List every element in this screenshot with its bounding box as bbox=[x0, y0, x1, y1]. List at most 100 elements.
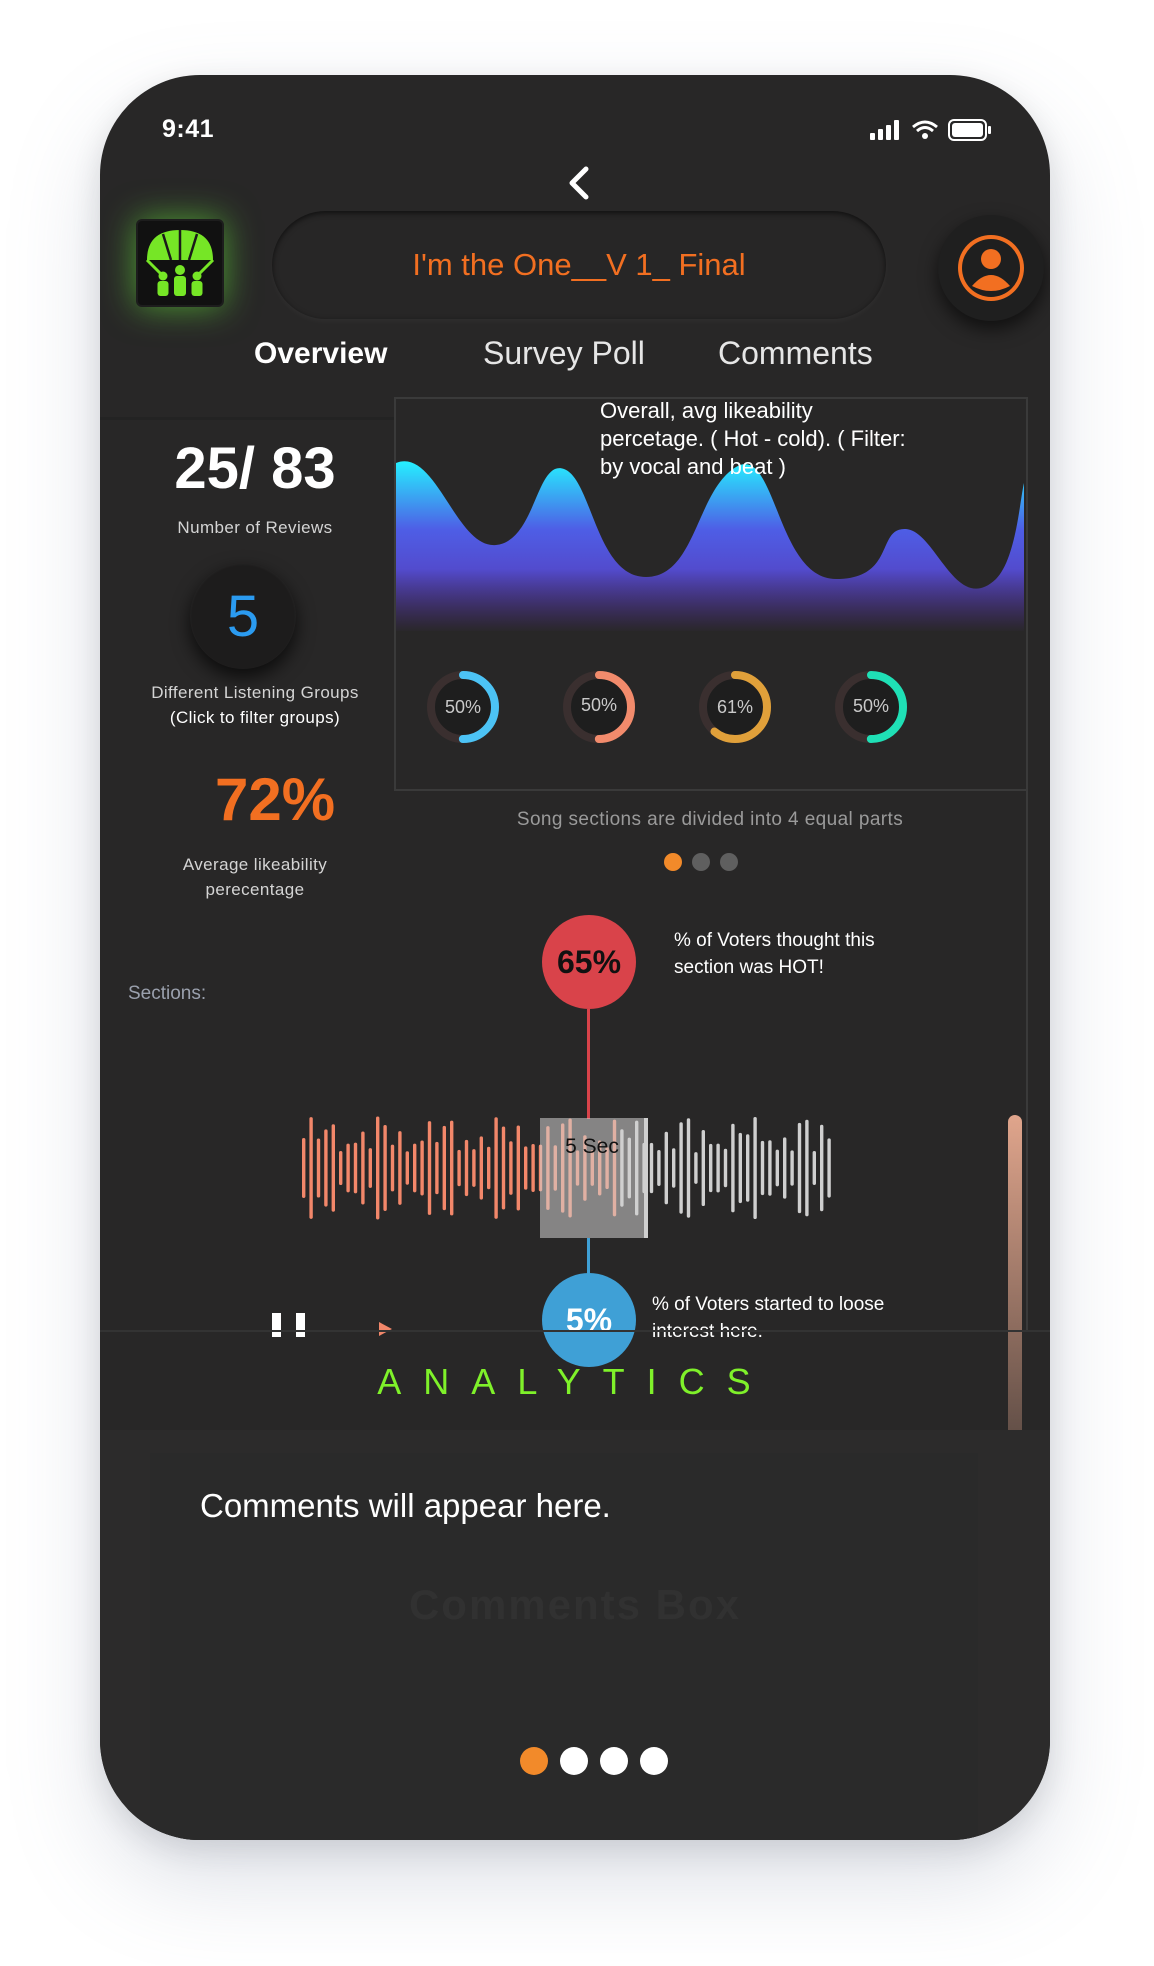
song-title: I'm the One__V 1_ Final bbox=[272, 211, 886, 319]
waveform-bar bbox=[753, 1116, 757, 1220]
waveform-bar bbox=[450, 1120, 454, 1216]
parachute-group-icon bbox=[145, 230, 215, 296]
waveform-bar bbox=[664, 1131, 668, 1205]
tab-overview[interactable]: Overview bbox=[254, 337, 387, 371]
waveform-bar bbox=[657, 1150, 661, 1186]
profile-button[interactable] bbox=[938, 215, 1044, 321]
chart-pager-dot-2[interactable] bbox=[692, 853, 710, 871]
waveform-bar bbox=[760, 1140, 765, 1196]
waveform-bar bbox=[457, 1149, 461, 1187]
phone-screen: 9:41 I'm the One__V 1_ Final Overview Su… bbox=[100, 75, 1050, 1840]
waveform-bar bbox=[672, 1148, 676, 1188]
likeability-label-2: perecentage bbox=[205, 880, 305, 899]
waveform-bar bbox=[302, 1138, 306, 1198]
section-duration: 5 Sec bbox=[565, 1135, 619, 1158]
waveform-bar bbox=[716, 1143, 720, 1193]
donut-label-2: 50% bbox=[580, 695, 618, 715]
waveform-bar bbox=[398, 1131, 402, 1205]
waveform-bar bbox=[738, 1132, 742, 1204]
tab-survey-poll[interactable]: Survey Poll bbox=[483, 335, 645, 372]
chart-pager-dot-1[interactable] bbox=[664, 853, 682, 871]
waveform-bar bbox=[516, 1125, 520, 1211]
waveform-bar bbox=[324, 1129, 328, 1207]
waveform-bar bbox=[472, 1149, 476, 1187]
analytics-heading: ANALYTICS bbox=[100, 1330, 1050, 1432]
waveform-bar bbox=[316, 1138, 321, 1198]
hot-caption: % of Voters thought this section was HOT… bbox=[674, 927, 875, 981]
group-logo-button[interactable] bbox=[136, 219, 224, 307]
waveform-bar bbox=[309, 1117, 313, 1219]
hot-percentage-marker[interactable]: 65% bbox=[542, 915, 636, 1009]
panel-right-border bbox=[1026, 427, 1028, 1332]
waveform-bar bbox=[524, 1146, 528, 1190]
waveform-bar bbox=[531, 1144, 535, 1192]
chart-pager[interactable] bbox=[660, 850, 760, 874]
waveform-bar bbox=[701, 1129, 705, 1207]
waveform-bar bbox=[694, 1152, 698, 1184]
waveform-bar bbox=[827, 1138, 831, 1198]
status-icons bbox=[870, 119, 992, 141]
groups-filter-hint[interactable]: (Click to filter groups) bbox=[130, 708, 380, 728]
groups-label: Different Listening Groups bbox=[151, 683, 359, 702]
back-button[interactable] bbox=[560, 159, 600, 207]
signal-icon bbox=[870, 120, 899, 140]
loose-caption-line-1: % of Voters started to loose bbox=[652, 1294, 885, 1315]
sections-label: Sections: bbox=[128, 983, 207, 1004]
tab-comments[interactable]: Comments bbox=[718, 335, 873, 372]
status-time: 9:41 bbox=[162, 115, 215, 143]
comments-pager-dot-2[interactable] bbox=[560, 1747, 588, 1775]
groups-count: 5 bbox=[226, 583, 260, 649]
hot-percentage: 65% bbox=[556, 943, 622, 980]
comments-placeholder: Comments will appear here. bbox=[200, 1487, 611, 1524]
reviews-count: 25/ 83 bbox=[174, 436, 336, 501]
likeability-value: 72% bbox=[214, 766, 336, 833]
comments-pager[interactable] bbox=[520, 1745, 670, 1779]
comments-pager-dot-4[interactable] bbox=[640, 1747, 668, 1775]
waveform-bar bbox=[405, 1151, 409, 1185]
listening-groups-button[interactable]: 5 bbox=[190, 563, 296, 669]
donut-label-3: 61% bbox=[716, 697, 754, 717]
reviews-label: Number of Reviews bbox=[177, 518, 333, 537]
chart-pager-dot-3[interactable] bbox=[720, 853, 738, 871]
donut-label-4: 50% bbox=[852, 696, 890, 716]
waveform-bar bbox=[686, 1118, 691, 1218]
chart-title: Overall, avg likeability percetage. ( Ho… bbox=[600, 398, 906, 479]
wifi-icon bbox=[912, 120, 938, 139]
waveform-bar bbox=[783, 1137, 787, 1199]
waveform-bar bbox=[494, 1117, 498, 1219]
wave-fade bbox=[396, 569, 1024, 633]
stats-divider bbox=[100, 417, 394, 420]
waveform-bar bbox=[790, 1150, 794, 1186]
battery-icon bbox=[948, 119, 991, 141]
waveform-bar bbox=[812, 1151, 816, 1185]
comments-pager-dot-3[interactable] bbox=[600, 1747, 628, 1775]
waveform-bar bbox=[361, 1131, 365, 1205]
waveform-bar bbox=[435, 1141, 439, 1195]
waveform-bar bbox=[487, 1146, 491, 1190]
hot-caption-line-1: % of Voters thought this bbox=[674, 930, 875, 951]
hot-caption-line-2: section was HOT! bbox=[674, 957, 824, 978]
waveform-bar bbox=[679, 1122, 683, 1214]
user-icon bbox=[958, 235, 1024, 301]
waveform-bar bbox=[731, 1123, 735, 1213]
waveform-bar bbox=[353, 1142, 358, 1194]
chevron-left-icon bbox=[569, 166, 589, 200]
comments-pager-dot-1[interactable] bbox=[520, 1747, 548, 1775]
waveform-bar bbox=[501, 1126, 506, 1210]
waveform-bar bbox=[479, 1136, 483, 1200]
waveform-bar bbox=[709, 1143, 713, 1193]
likeability-label-1: Average likeability bbox=[182, 855, 328, 874]
section-donuts: 50% 50% 61% 50% bbox=[396, 653, 1024, 763]
donut-label-1: 50% bbox=[444, 697, 482, 717]
waveform-bar bbox=[797, 1122, 802, 1214]
waveform-bar bbox=[442, 1125, 446, 1211]
tab-bar: Overview Survey Poll Comments bbox=[100, 335, 1050, 395]
comments-watermark: Comments Box bbox=[408, 1581, 742, 1628]
waveform-bar bbox=[805, 1119, 809, 1217]
waveform-bar bbox=[413, 1143, 417, 1193]
waveform-bar bbox=[775, 1149, 779, 1187]
waveform-bar bbox=[390, 1144, 395, 1192]
waveform-bar bbox=[746, 1134, 750, 1202]
waveform-bar bbox=[368, 1148, 372, 1188]
waveform-bar bbox=[346, 1143, 350, 1193]
